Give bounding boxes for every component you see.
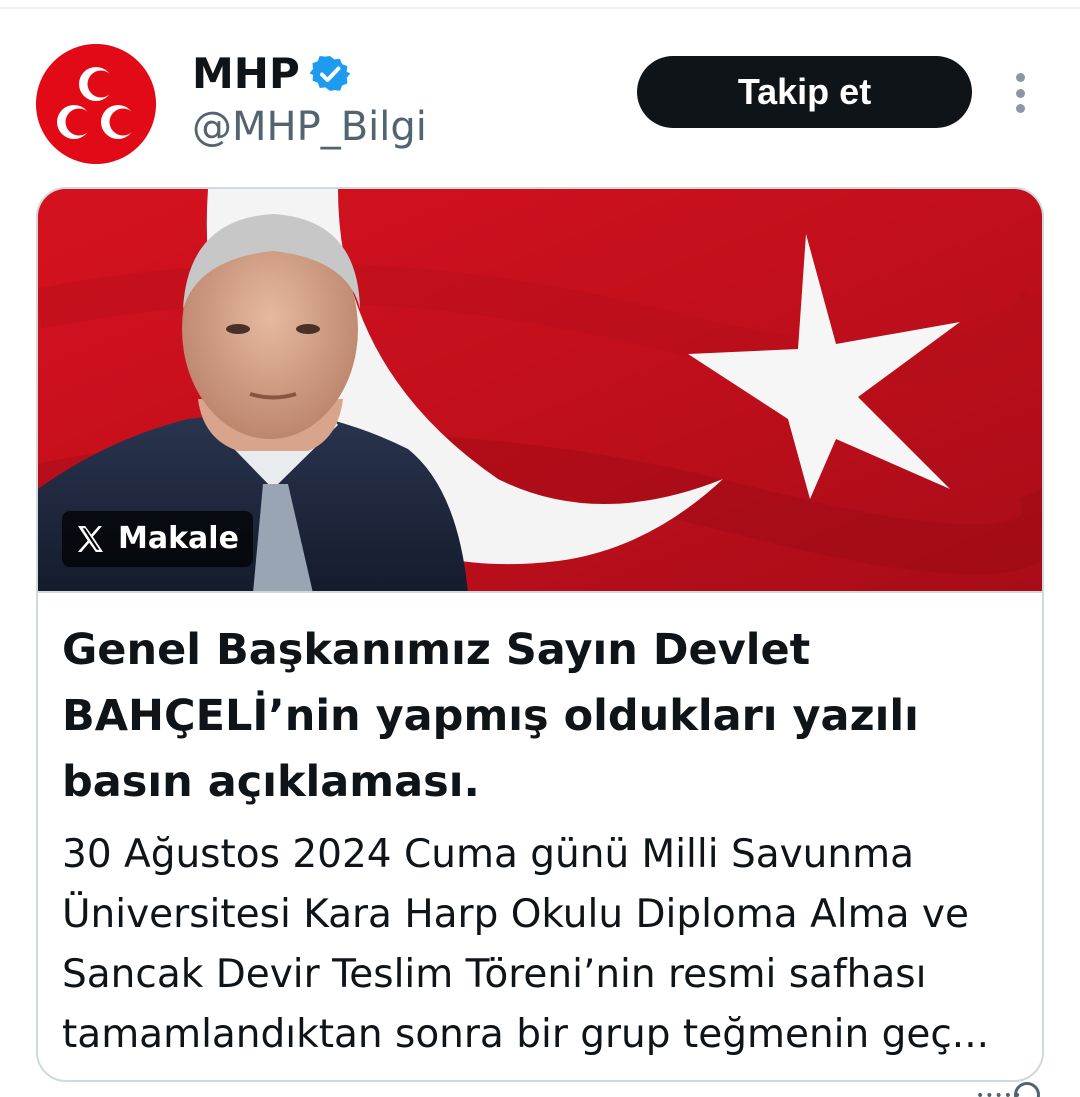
article-card[interactable]: Makale Genel Başkanımız Sayın Devlet BAH…	[36, 187, 1044, 1082]
divider	[0, 7, 1080, 9]
more-options-button[interactable]	[1004, 70, 1036, 116]
more-vertical-icon	[1015, 73, 1025, 82]
avatar[interactable]	[36, 44, 156, 164]
verified-badge-icon	[309, 55, 350, 91]
account-handle[interactable]: @MHP_Bilgi	[192, 103, 427, 151]
article-summary: 30 Ağustos 2024 Cuma günü Milli Savunma …	[62, 832, 989, 1057]
account-name-row[interactable]: MHP	[192, 50, 350, 98]
footer-partial-icons: •••••	[972, 1082, 1052, 1097]
tweet-view: MHP @MHP_Bilgi Takip et Makale Genel Baş…	[0, 0, 1080, 1097]
article-image: Makale	[38, 189, 1042, 593]
display-name[interactable]: MHP	[192, 50, 300, 98]
more-dot	[1015, 88, 1025, 98]
more-dot	[1015, 104, 1025, 113]
mhp-logo-icon	[36, 44, 156, 164]
follow-button[interactable]: Takip et	[637, 56, 972, 128]
circle-icon	[1014, 1082, 1040, 1097]
article-title: Genel Başkanımız Sayın Devlet BAHÇELİ’ni…	[62, 625, 919, 807]
x-logo-icon	[77, 526, 103, 552]
article-badge-label: Makale	[118, 521, 239, 556]
article-type-badge: Makale	[62, 511, 253, 567]
